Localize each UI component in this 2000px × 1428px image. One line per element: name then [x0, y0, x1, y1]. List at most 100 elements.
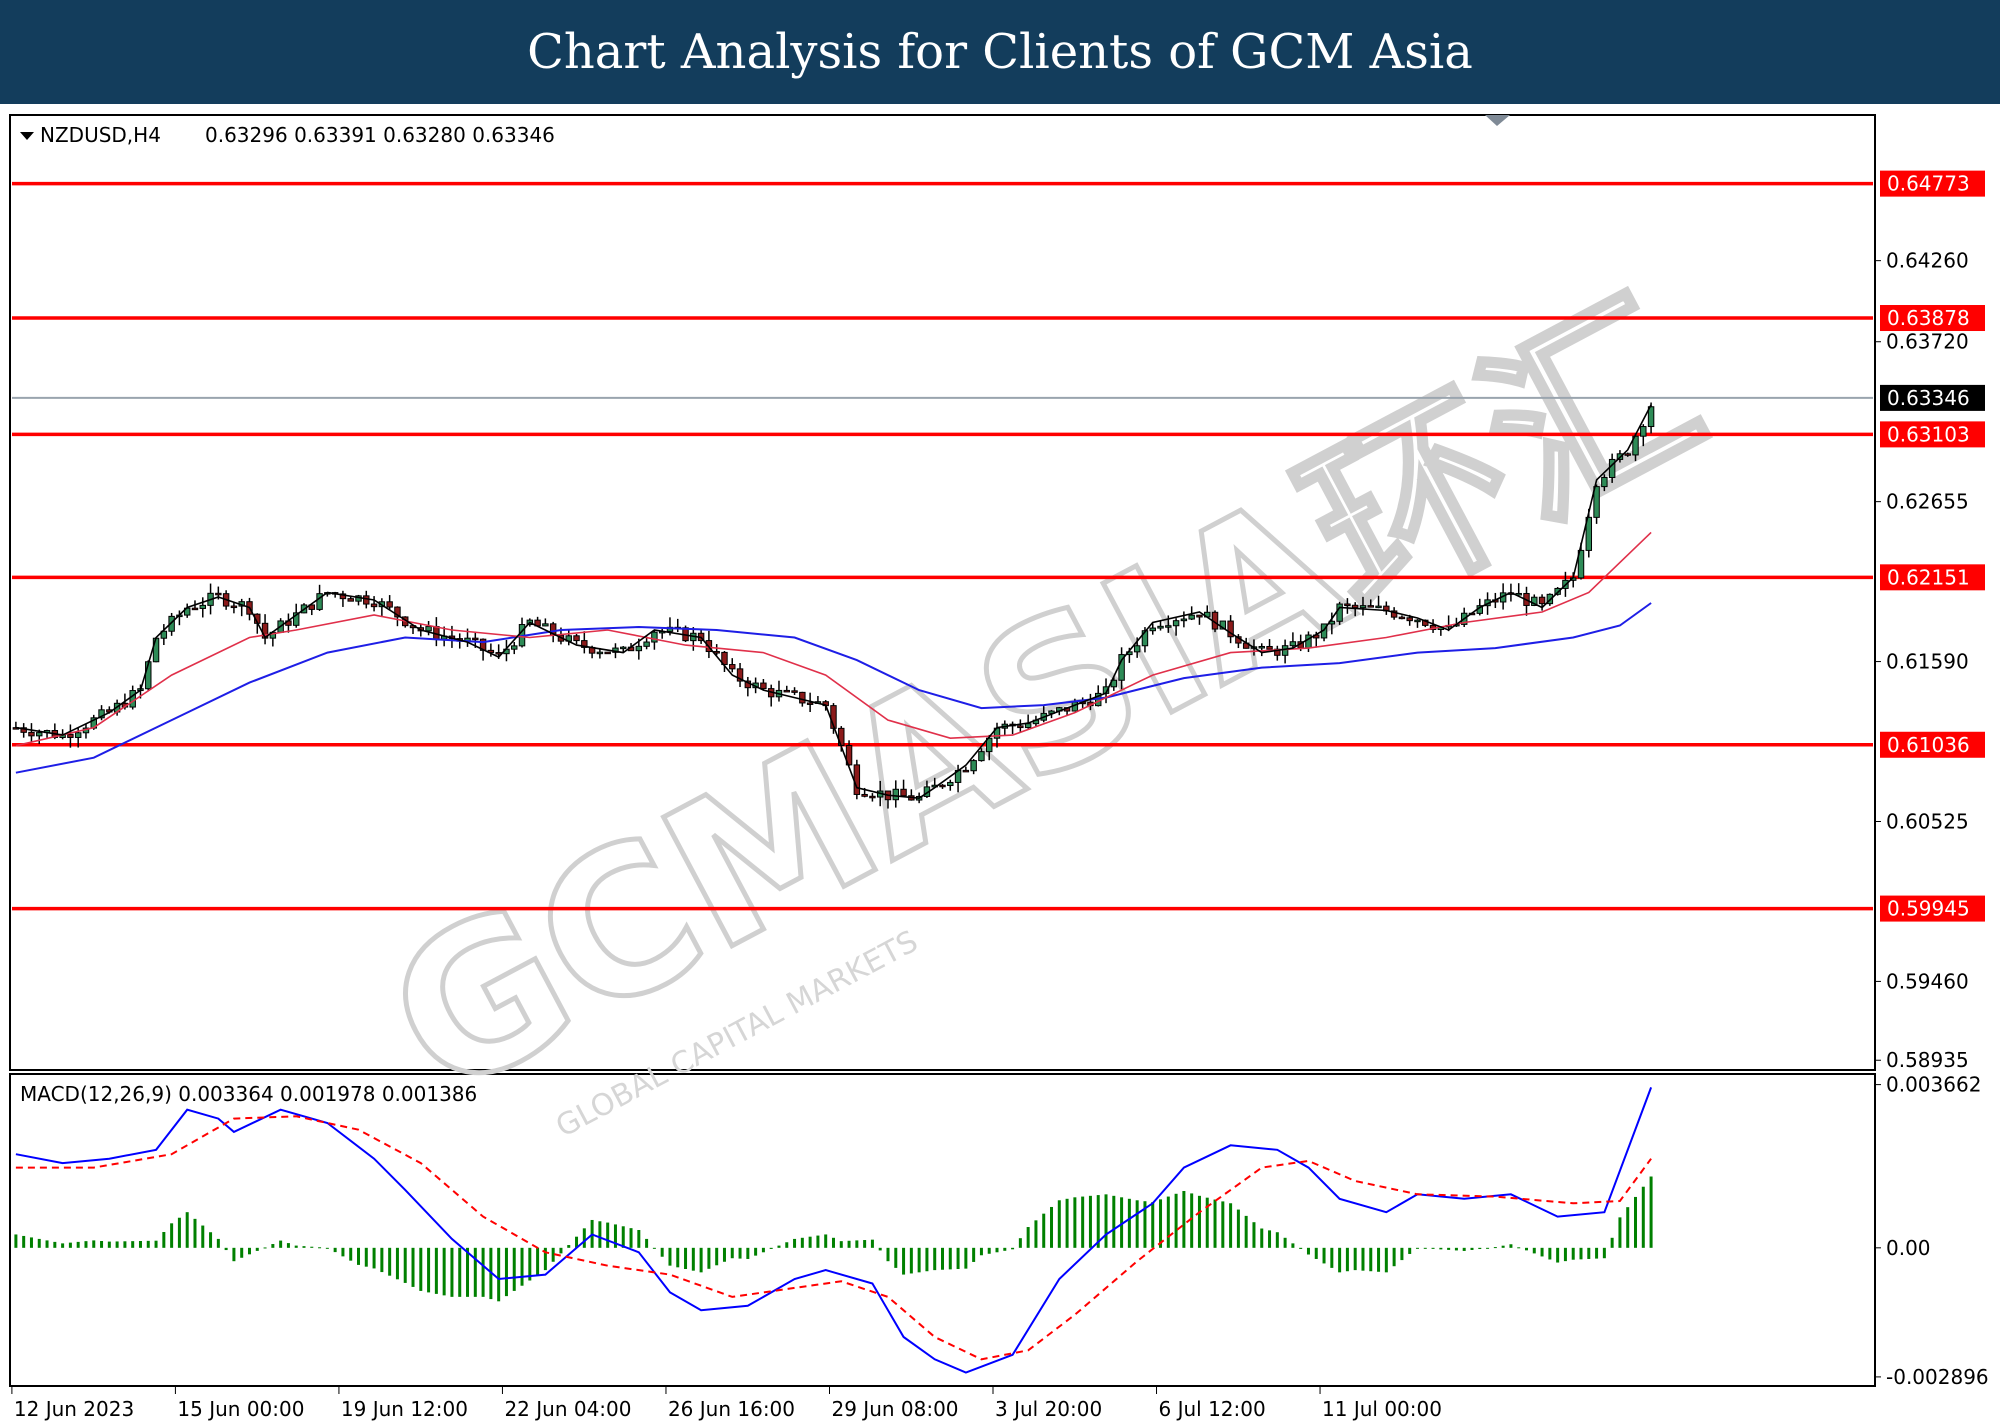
- macd-histogram-bar: [504, 1247, 508, 1297]
- macd-histogram-bar: [816, 1235, 820, 1248]
- macd-histogram-bar: [972, 1247, 976, 1262]
- macd-histogram-bar: [1345, 1247, 1349, 1272]
- candle-bull: [1172, 620, 1180, 627]
- x-tick-label: 3 Jul 20:00: [995, 1397, 1102, 1421]
- macd-histogram-bar: [1423, 1247, 1427, 1249]
- ohlc-values: 0.63296 0.63391 0.63280 0.63346: [205, 123, 555, 147]
- macd-histogram-bar: [1361, 1247, 1365, 1271]
- macd-histogram-bar: [730, 1247, 734, 1259]
- macd-histogram-bar: [240, 1247, 244, 1258]
- macd-histogram-bar: [1626, 1207, 1630, 1248]
- macd-histogram-bar: [559, 1247, 563, 1254]
- macd-histogram-bar: [1634, 1196, 1638, 1248]
- macd-histogram-bar: [1462, 1247, 1466, 1251]
- macd-histogram-bar: [1275, 1232, 1279, 1248]
- candle-bull: [1258, 645, 1265, 649]
- macd-histogram-bar: [1400, 1247, 1404, 1261]
- macd-histogram-bar: [1018, 1238, 1022, 1248]
- macd-histogram-bar: [699, 1247, 703, 1273]
- macd-histogram-bar: [1618, 1217, 1622, 1248]
- macd-histogram-bar: [1524, 1247, 1528, 1251]
- macd-histogram-bar: [286, 1243, 290, 1248]
- candle-bear: [604, 651, 611, 655]
- macd-histogram-bar: [1306, 1247, 1310, 1255]
- candle-bear: [1398, 616, 1406, 620]
- macd-histogram-bar: [123, 1241, 127, 1248]
- candle-bear: [1266, 645, 1273, 650]
- macd-histogram-bar: [216, 1238, 220, 1248]
- x-tick-label: 29 Jun 08:00: [831, 1397, 958, 1421]
- macd-histogram-bar: [536, 1247, 540, 1276]
- macd-histogram-bar: [263, 1247, 267, 1249]
- macd-histogram-bar: [707, 1247, 711, 1269]
- candle-bear: [939, 784, 946, 788]
- symbol-label: NZDUSD,H4: [40, 123, 161, 147]
- candle-bull: [978, 751, 985, 762]
- macd-y-tick-label: -0.002896: [1886, 1365, 1989, 1389]
- macd-histogram-bar: [419, 1247, 423, 1291]
- macd-histogram-bar: [777, 1245, 781, 1248]
- macd-histogram-bar: [1454, 1247, 1458, 1251]
- y-tick-label: 0.58935: [1886, 1048, 1969, 1072]
- macd-histogram-bar: [84, 1241, 88, 1248]
- y-tick-label: 0.59460: [1886, 969, 1969, 993]
- macd-histogram-bar: [302, 1246, 306, 1248]
- macd-histogram-bar: [255, 1247, 259, 1251]
- macd-histogram-bar: [1073, 1197, 1077, 1248]
- macd-histogram-bar: [1384, 1247, 1388, 1273]
- macd-histogram-bar: [1563, 1247, 1567, 1262]
- candle-bear: [1351, 604, 1359, 609]
- candle-bull: [511, 645, 518, 650]
- macd-histogram-bar: [1509, 1244, 1513, 1248]
- macd-histogram-bar: [279, 1240, 283, 1248]
- macd-histogram-bar: [715, 1247, 719, 1266]
- candle-bull: [1414, 619, 1421, 623]
- macd-histogram-bar: [22, 1235, 26, 1248]
- macd-histogram-bar: [1190, 1193, 1194, 1248]
- macd-histogram-bar: [886, 1247, 890, 1262]
- macd-histogram-bar: [1221, 1201, 1225, 1248]
- macd-histogram-bar: [357, 1247, 361, 1265]
- macd-histogram-bar: [1291, 1243, 1295, 1248]
- candle-bear: [760, 682, 767, 690]
- macd-histogram-bar: [1369, 1247, 1373, 1272]
- macd-histogram-bar: [1392, 1247, 1396, 1267]
- chart-frame: GCMASIA环汇 GLOBAL CAPITAL MARKETS 0.64260…: [0, 104, 2000, 1428]
- macd-histogram-bar: [520, 1247, 524, 1286]
- macd-histogram-bar: [1174, 1193, 1178, 1248]
- candle-bull: [651, 631, 658, 643]
- macd-histogram-bar: [1439, 1247, 1443, 1250]
- candle-bull: [620, 646, 627, 650]
- macd-histogram-bar: [201, 1225, 205, 1248]
- macd-histogram-bar: [68, 1242, 72, 1248]
- candle-bull: [199, 604, 206, 609]
- macd-histogram-bar: [185, 1212, 189, 1248]
- candle-bear: [1344, 603, 1351, 606]
- macd-histogram-bar: [1042, 1213, 1046, 1248]
- macd-histogram-bar: [1338, 1247, 1342, 1273]
- macd-histogram-bar: [1314, 1247, 1318, 1259]
- macd-histogram-bar: [193, 1218, 197, 1248]
- macd-histogram-bar: [1447, 1247, 1451, 1250]
- macd-histogram-bar: [76, 1241, 80, 1248]
- candle-bear: [1538, 596, 1546, 605]
- macd-histogram-bar: [800, 1237, 804, 1248]
- macd-histogram-bar: [434, 1247, 438, 1294]
- candle-bear: [900, 788, 907, 797]
- macd-histogram-bar: [746, 1247, 750, 1259]
- candle-bear: [370, 603, 378, 608]
- candle-bull: [1165, 625, 1172, 628]
- macd-histogram-bar: [1244, 1215, 1248, 1248]
- candle-bull: [1188, 614, 1195, 620]
- x-tick-label: 26 Jun 16:00: [668, 1397, 795, 1421]
- macd-histogram-bar: [738, 1247, 742, 1259]
- macd-histogram-bar: [1478, 1247, 1482, 1250]
- macd-histogram-bar: [668, 1247, 672, 1266]
- macd-histogram-bar: [948, 1247, 952, 1270]
- candle-bull: [1336, 603, 1343, 622]
- candle-bear: [1406, 617, 1413, 622]
- macd-histogram-bar: [232, 1247, 236, 1262]
- macd-histogram-bar: [995, 1247, 999, 1253]
- candle-bull: [1305, 634, 1312, 649]
- macd-histogram-bar: [637, 1230, 641, 1248]
